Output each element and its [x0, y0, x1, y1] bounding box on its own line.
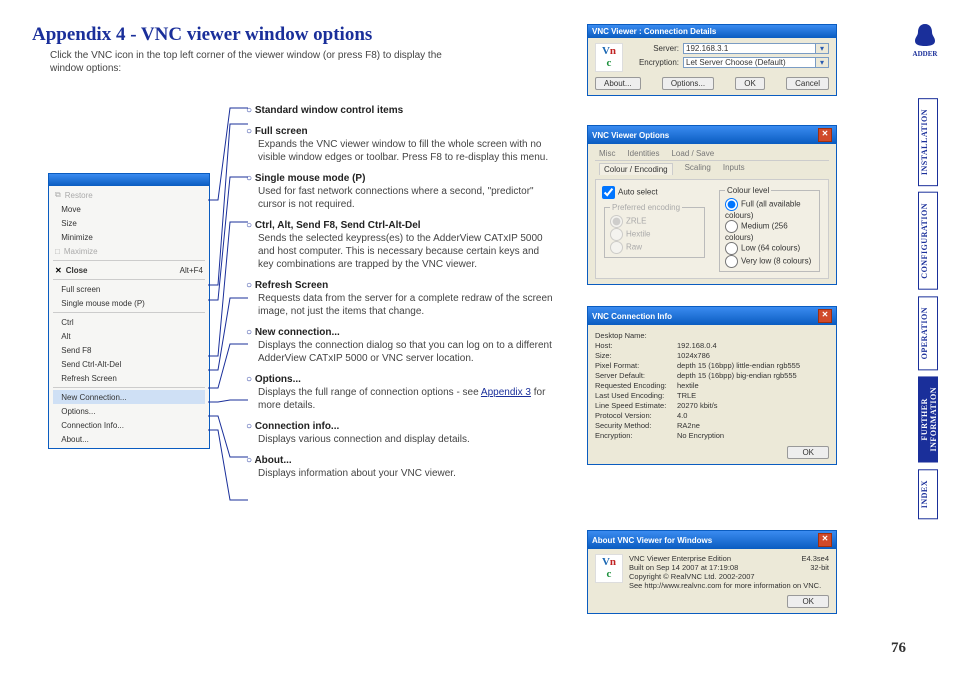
adder-logo: ADDER	[908, 22, 942, 58]
ok-button[interactable]: OK	[735, 77, 765, 90]
ok-button[interactable]: OK	[787, 446, 829, 459]
nav-installation[interactable]: INSTALLATION	[918, 98, 938, 186]
close-icon[interactable]: ✕	[818, 533, 832, 547]
nav-operation[interactable]: OPERATION	[918, 296, 938, 370]
close-icon[interactable]: ✕	[818, 128, 832, 142]
tab-scaling[interactable]: Scaling	[685, 163, 711, 175]
intro-text: Click the VNC icon in the top left corne…	[50, 49, 450, 75]
dialog-connection-info: VNC Connection Info✕ Desktop Name:Host:1…	[587, 306, 837, 465]
dialog-connection-details: VNC Viewer : Connection Details Vnc Serv…	[587, 24, 837, 96]
colour-low[interactable]	[725, 242, 738, 255]
close-icon[interactable]: ✕	[818, 309, 832, 323]
side-nav: INSTALLATION CONFIGURATION OPERATION FUR…	[918, 98, 938, 519]
encryption-select[interactable]: Let Server Choose (Default)	[683, 57, 816, 68]
page-title: Appendix 4 - VNC viewer window options	[32, 24, 372, 46]
dialog-viewer-options: VNC Viewer Options✕ Misc Identities Load…	[587, 125, 837, 285]
tab-inputs[interactable]: Inputs	[723, 163, 745, 175]
options-button[interactable]: Options...	[662, 77, 714, 90]
ok-button[interactable]: OK	[787, 595, 829, 608]
about-button[interactable]: About...	[595, 77, 641, 90]
menu-screenshot: ⧉Restore Move Size Minimize □Maximize ✕C…	[48, 173, 210, 449]
definitions: Standard window control items Full scree…	[246, 104, 556, 488]
enc-zrle	[610, 215, 623, 228]
auto-select-check[interactable]	[602, 186, 615, 199]
appendix3-link[interactable]: Appendix 3	[481, 387, 531, 398]
vnc-logo: Vnc	[595, 43, 623, 72]
colour-full[interactable]	[725, 198, 738, 211]
colour-medium[interactable]	[725, 220, 738, 233]
enc-hextile	[610, 228, 623, 241]
colour-verylow[interactable]	[725, 255, 738, 268]
tab-colour-encoding[interactable]: Colour / Encoding	[599, 163, 673, 175]
vnc-logo: Vnc	[595, 554, 623, 583]
tab-load-save[interactable]: Load / Save	[671, 149, 714, 158]
server-input[interactable]: 192.168.3.1	[683, 43, 816, 54]
nav-index[interactable]: INDEX	[918, 469, 938, 519]
nav-further-information[interactable]: FURTHER INFORMATION	[918, 376, 938, 462]
enc-raw	[610, 241, 623, 254]
page-number: 76	[891, 640, 906, 657]
nav-configuration[interactable]: CONFIGURATION	[918, 192, 938, 290]
tab-identities[interactable]: Identities	[627, 149, 659, 158]
dialog-about: About VNC Viewer for Windows✕ Vnc VNC Vi…	[587, 530, 837, 614]
cancel-button[interactable]: Cancel	[786, 77, 829, 90]
tab-misc[interactable]: Misc	[599, 149, 615, 158]
